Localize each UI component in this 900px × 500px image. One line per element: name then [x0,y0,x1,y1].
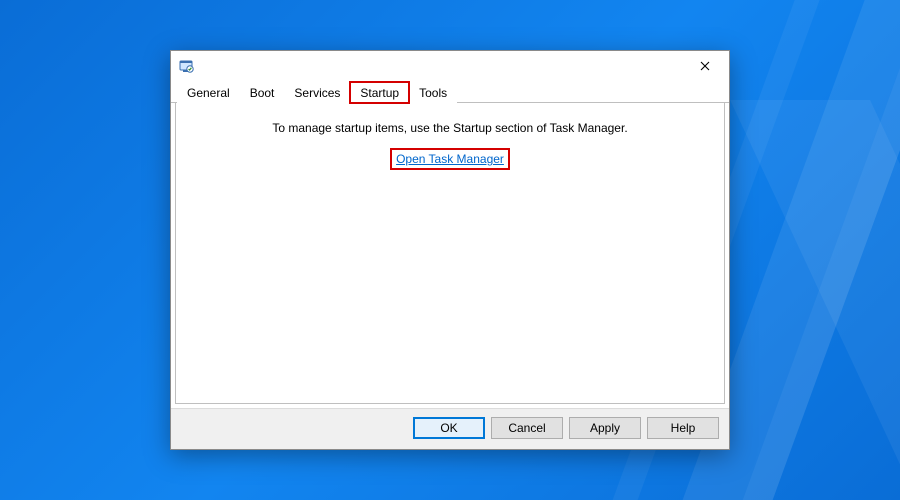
button-label: OK [440,421,457,435]
link-label: Open Task Manager [396,152,504,166]
open-task-manager-link[interactable]: Open Task Manager [393,151,507,167]
dialog-button-row: OK Cancel Apply Help [171,408,729,449]
ok-button[interactable]: OK [413,417,485,439]
tab-label: Services [294,86,340,100]
close-icon [700,61,710,71]
close-button[interactable] [685,53,725,79]
button-label: Cancel [508,421,545,435]
apply-button[interactable]: Apply [569,417,641,439]
desktop-background: General Boot Services Startup Tools To m… [0,0,900,500]
startup-tab-panel: To manage startup items, use the Startup… [175,103,725,404]
tab-strip: General Boot Services Startup Tools [171,81,729,103]
tab-tools[interactable]: Tools [409,82,457,103]
tab-general[interactable]: General [177,82,240,103]
tab-boot[interactable]: Boot [240,82,285,103]
cancel-button[interactable]: Cancel [491,417,563,439]
button-label: Apply [590,421,620,435]
startup-info-text: To manage startup items, use the Startup… [176,121,724,135]
help-button[interactable]: Help [647,417,719,439]
msconfig-window: General Boot Services Startup Tools To m… [170,50,730,450]
tab-label: Boot [250,86,275,100]
tab-label: Tools [419,86,447,100]
tab-label: Startup [360,86,399,100]
tab-label: General [187,86,230,100]
tab-startup[interactable]: Startup [350,82,409,103]
tab-services[interactable]: Services [284,82,350,103]
titlebar[interactable] [171,51,729,81]
msconfig-icon [179,58,195,74]
button-label: Help [671,421,696,435]
